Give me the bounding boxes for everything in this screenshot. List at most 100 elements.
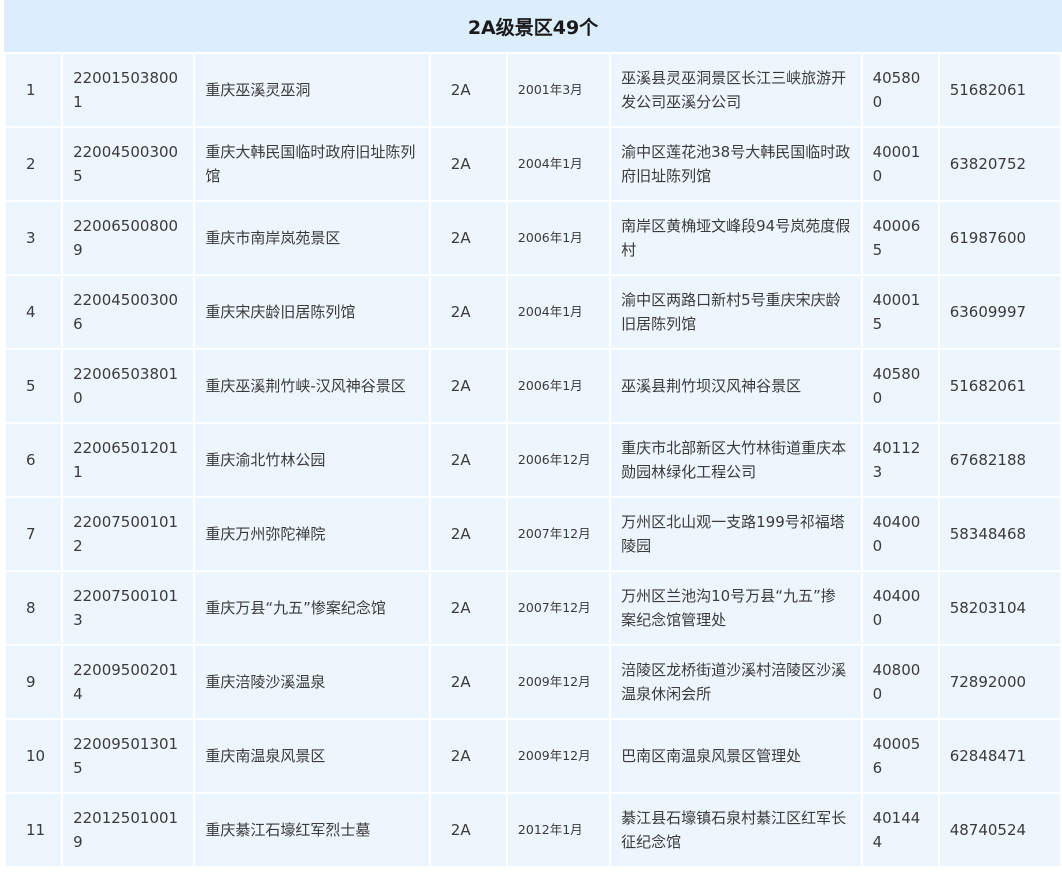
- postal-code: 405800: [862, 350, 938, 422]
- rating-date: 2007年12月: [507, 572, 610, 644]
- phone-number: 72892000: [939, 646, 1060, 718]
- scenic-name: 重庆涪陵沙溪温泉: [195, 646, 429, 718]
- scenic-address: 巫溪县荆竹坝汉风神谷景区: [611, 350, 861, 422]
- table-row: 10 220095013015 重庆南温泉风景区 2A 2009年12月 巴南区南温泉风景…: [6, 720, 1060, 792]
- scenic-code: 220015038001: [63, 54, 194, 126]
- rating-date: 2009年12月: [507, 720, 610, 792]
- table-row: 7 220075001012 重庆万州弥陀禅院 2A 2007年12月 万州区北山观一支路…: [6, 498, 1060, 570]
- scenic-address: 涪陵区龙桥街道沙溪村涪陵区沙溪温泉休闲会所: [611, 646, 861, 718]
- table-row: 8 220075001013 重庆万县“九五”惨案纪念馆 2A 2007年12月 万州区兰…: [6, 572, 1060, 644]
- scenic-name: 重庆市南岸岚苑景区: [195, 202, 429, 274]
- scenic-code: 220065038010: [63, 350, 194, 422]
- scenic-grade: 2A: [430, 646, 506, 718]
- scenic-grade: 2A: [430, 424, 506, 496]
- scenic-grade: 2A: [430, 720, 506, 792]
- scenic-name: 重庆南温泉风景区: [195, 720, 429, 792]
- scenic-name: 重庆大韩民国临时政府旧址陈列馆: [195, 128, 429, 200]
- row-index: 8: [6, 572, 62, 644]
- scenic-code: 220065008009: [63, 202, 194, 274]
- postal-code: 400015: [862, 276, 938, 348]
- scenic-code: 220075001013: [63, 572, 194, 644]
- scenic-name: 重庆渝北竹林公园: [195, 424, 429, 496]
- scenic-grade: 2A: [430, 572, 506, 644]
- phone-number: 62848471: [939, 720, 1060, 792]
- table-row: 2 220045003005 重庆大韩民国临时政府旧址陈列馆 2A 2004年1月 渝中区…: [6, 128, 1060, 200]
- scenic-address: 綦江县石壕镇石泉村綦江区红军长征纪念馆: [611, 794, 861, 866]
- table-row: 9 220095002014 重庆涪陵沙溪温泉 2A 2009年12月 涪陵区龙桥街道沙溪…: [6, 646, 1060, 718]
- scenic-code: 220065012011: [63, 424, 194, 496]
- scenic-grade: 2A: [430, 202, 506, 274]
- row-index: 10: [6, 720, 62, 792]
- scenic-name: 重庆巫溪灵巫洞: [195, 54, 429, 126]
- scenic-address: 万州区兰池沟10号万县“九五”掺案纪念馆管理处: [611, 572, 861, 644]
- row-index: 9: [6, 646, 62, 718]
- postal-code: 404000: [862, 498, 938, 570]
- rating-date: 2006年1月: [507, 350, 610, 422]
- rating-date: 2004年1月: [507, 128, 610, 200]
- scenic-code: 220125010019: [63, 794, 194, 866]
- scenic-address: 南岸区黄桷垭文峰段94号岚苑度假村: [611, 202, 861, 274]
- scenic-code: 220045003006: [63, 276, 194, 348]
- scenic-address: 渝中区两路口新村5号重庆宋庆龄旧居陈列馆: [611, 276, 861, 348]
- phone-number: 58348468: [939, 498, 1060, 570]
- scenic-name: 重庆巫溪荆竹峡-汉风神谷景区: [195, 350, 429, 422]
- scenic-grade: 2A: [430, 276, 506, 348]
- table-title: 2A级景区49个: [4, 0, 1062, 52]
- scenic-name: 重庆万州弥陀禅院: [195, 498, 429, 570]
- postal-code: 405800: [862, 54, 938, 126]
- scenic-address: 巫溪县灵巫洞景区长江三峡旅游开发公司巫溪分公司: [611, 54, 861, 126]
- scenic-address: 万州区北山观一支路199号祁福塔陵园: [611, 498, 861, 570]
- postal-code: 400056: [862, 720, 938, 792]
- row-index: 1: [6, 54, 62, 126]
- scenic-grade: 2A: [430, 128, 506, 200]
- rating-date: 2006年12月: [507, 424, 610, 496]
- phone-number: 51682061: [939, 350, 1060, 422]
- rating-date: 2012年1月: [507, 794, 610, 866]
- row-index: 11: [6, 794, 62, 866]
- phone-number: 67682188: [939, 424, 1060, 496]
- scenic-code: 220095013015: [63, 720, 194, 792]
- scenic-address: 重庆市北部新区大竹林街道重庆本勋园林绿化工程公司: [611, 424, 861, 496]
- phone-number: 58203104: [939, 572, 1060, 644]
- postal-code: 400010: [862, 128, 938, 200]
- table-row: 1 220015038001 重庆巫溪灵巫洞 2A 2001年3月 巫溪县灵巫洞景区长江三…: [6, 54, 1060, 126]
- row-index: 7: [6, 498, 62, 570]
- row-index: 4: [6, 276, 62, 348]
- scenic-code: 220075001012: [63, 498, 194, 570]
- scenic-name: 重庆万县“九五”惨案纪念馆: [195, 572, 429, 644]
- table-row: 4 220045003006 重庆宋庆龄旧居陈列馆 2A 2004年1月 渝中区两路口新村…: [6, 276, 1060, 348]
- phone-number: 51682061: [939, 54, 1060, 126]
- scenic-grade: 2A: [430, 498, 506, 570]
- scenic-grade: 2A: [430, 350, 506, 422]
- postal-code: 401123: [862, 424, 938, 496]
- page: 2A级景区49个 1 220015038001 重庆巫溪灵巫洞 2A 2001年3月 巫溪…: [0, 0, 1062, 877]
- phone-number: 61987600: [939, 202, 1060, 274]
- rating-date: 2009年12月: [507, 646, 610, 718]
- scenic-address: 巴南区南温泉风景区管理处: [611, 720, 861, 792]
- phone-number: 63609997: [939, 276, 1060, 348]
- postal-code: 400065: [862, 202, 938, 274]
- phone-number: 63820752: [939, 128, 1060, 200]
- rating-date: 2001年3月: [507, 54, 610, 126]
- scenic-area-table: 1 220015038001 重庆巫溪灵巫洞 2A 2001年3月 巫溪县灵巫洞景区长江三…: [4, 52, 1062, 868]
- row-index: 2: [6, 128, 62, 200]
- rating-date: 2007年12月: [507, 498, 610, 570]
- postal-code: 404000: [862, 572, 938, 644]
- row-index: 5: [6, 350, 62, 422]
- scenic-grade: 2A: [430, 54, 506, 126]
- postal-code: 408000: [862, 646, 938, 718]
- phone-number: 48740524: [939, 794, 1060, 866]
- table-row: 11 220125010019 重庆綦江石壕红军烈士墓 2A 2012年1月 綦江县石壕镇…: [6, 794, 1060, 866]
- table-row: 5 220065038010 重庆巫溪荆竹峡-汉风神谷景区 2A 2006年1月 巫溪县荆…: [6, 350, 1060, 422]
- table-row: 6 220065012011 重庆渝北竹林公园 2A 2006年12月 重庆市北部新区大竹…: [6, 424, 1060, 496]
- scenic-code: 220095002014: [63, 646, 194, 718]
- row-index: 6: [6, 424, 62, 496]
- scenic-name: 重庆綦江石壕红军烈士墓: [195, 794, 429, 866]
- scenic-name: 重庆宋庆龄旧居陈列馆: [195, 276, 429, 348]
- scenic-code: 220045003005: [63, 128, 194, 200]
- postal-code: 401444: [862, 794, 938, 866]
- row-index: 3: [6, 202, 62, 274]
- scenic-address: 渝中区莲花池38号大韩民国临时政府旧址陈列馆: [611, 128, 861, 200]
- table-row: 3 220065008009 重庆市南岸岚苑景区 2A 2006年1月 南岸区黄桷垭文峰段…: [6, 202, 1060, 274]
- scenic-grade: 2A: [430, 794, 506, 866]
